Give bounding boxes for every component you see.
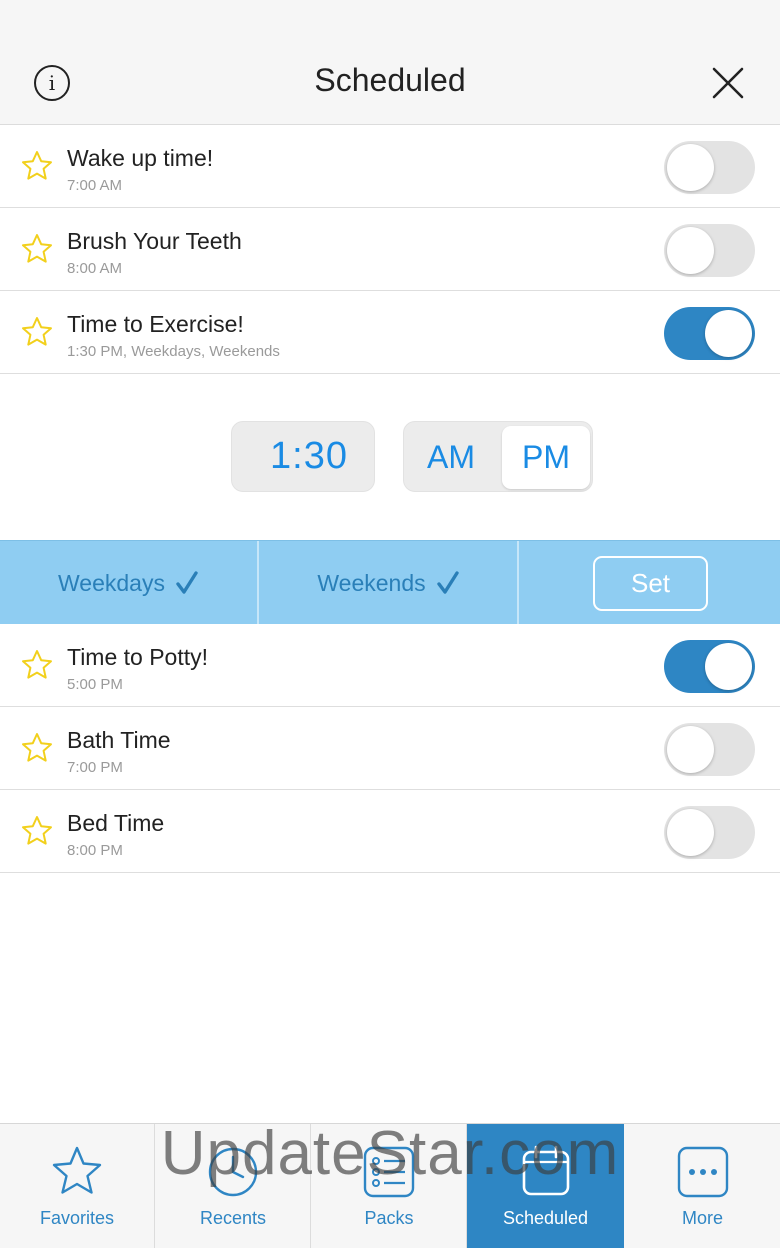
star-icon[interactable]	[20, 648, 54, 682]
calendar-icon	[522, 1145, 569, 1196]
tab-favorites[interactable]: Favorites	[0, 1124, 155, 1248]
toggle-knob	[705, 310, 752, 357]
checkmark-icon	[176, 571, 198, 594]
star-icon[interactable]	[20, 232, 54, 266]
schedule-toggle[interactable]	[664, 141, 755, 194]
schedule-name: Wake up time!	[67, 145, 214, 171]
schedule-time: 5:00 PM	[67, 676, 123, 693]
schedule-row-potty[interactable]: Time to Potty! 5:00 PM	[0, 624, 780, 707]
schedule-row-brush-teeth[interactable]: Brush Your Teeth 8:00 AM	[0, 208, 780, 291]
schedule-name: Bath Time	[67, 727, 171, 753]
am-option[interactable]: AM	[407, 426, 495, 489]
schedule-time: 1:30 PM, Weekdays, Weekends	[67, 343, 280, 360]
schedule-time: 8:00 AM	[67, 260, 123, 277]
repeat-days-bar: Weekdays Weekends Set	[0, 540, 780, 625]
page-title: Scheduled	[314, 62, 466, 98]
toggle-knob	[667, 144, 714, 191]
tab-more[interactable]: More	[625, 1124, 780, 1248]
tab-label: Favorites	[39, 1208, 115, 1228]
tab-scheduled[interactable]: Scheduled	[467, 1124, 624, 1248]
schedule-toggle[interactable]	[664, 806, 755, 859]
weekends-toggle[interactable]: Weekends	[260, 541, 519, 625]
tab-label: Recents	[199, 1208, 267, 1228]
schedule-time: 7:00 PM	[67, 759, 123, 776]
toggle-knob	[667, 227, 714, 274]
set-button[interactable]: Set	[593, 556, 708, 611]
weekdays-label: Weekdays	[58, 569, 165, 596]
list-icon	[363, 1146, 415, 1198]
schedule-name: Time to Potty!	[67, 644, 209, 670]
schedule-toggle[interactable]	[664, 307, 755, 360]
tab-label: Scheduled	[502, 1208, 589, 1228]
star-icon[interactable]	[20, 315, 54, 349]
tab-packs[interactable]: Packs	[312, 1124, 467, 1248]
schedule-name: Brush Your Teeth	[67, 228, 242, 254]
schedule-name: Bed Time	[67, 810, 165, 836]
nav-header: i Scheduled	[0, 0, 780, 125]
schedule-name: Time to Exercise!	[67, 311, 244, 337]
am-pm-selector: AM PM	[403, 421, 593, 492]
schedule-toggle[interactable]	[664, 640, 755, 693]
star-icon[interactable]	[20, 149, 54, 183]
schedule-row-exercise[interactable]: Time to Exercise! 1:30 PM, Weekdays, Wee…	[0, 291, 780, 374]
star-icon[interactable]	[20, 731, 54, 765]
clock-icon	[208, 1147, 258, 1197]
toggle-knob	[705, 643, 752, 690]
star-icon[interactable]	[20, 814, 54, 848]
star-icon	[52, 1146, 102, 1194]
tab-recents[interactable]: Recents	[156, 1124, 311, 1248]
tab-bar: Favorites Recents Packs Scheduled More	[0, 1123, 780, 1248]
close-icon[interactable]	[708, 63, 748, 103]
toggle-knob	[667, 809, 714, 856]
time-picker: 1:30 AM PM	[0, 374, 780, 540]
tab-label: More	[681, 1208, 723, 1228]
weekends-label: Weekends	[317, 569, 426, 596]
schedule-time: 7:00 AM	[67, 177, 123, 194]
schedule-toggle[interactable]	[664, 723, 755, 776]
ellipsis-icon	[677, 1146, 728, 1198]
toggle-knob	[667, 726, 714, 773]
schedule-row-wake-up[interactable]: Wake up time! 7:00 AM	[0, 125, 780, 208]
weekdays-toggle[interactable]: Weekdays	[0, 541, 259, 625]
schedule-row-bed[interactable]: Bed Time 8:00 PM	[0, 790, 780, 873]
schedule-toggle[interactable]	[664, 224, 755, 277]
schedule-time: 8:00 PM	[67, 842, 123, 859]
time-display[interactable]: 1:30	[231, 421, 375, 492]
tab-label: Packs	[364, 1208, 414, 1228]
schedule-row-bath[interactable]: Bath Time 7:00 PM	[0, 707, 780, 790]
pm-option[interactable]: PM	[502, 426, 590, 489]
checkmark-icon	[436, 571, 459, 594]
